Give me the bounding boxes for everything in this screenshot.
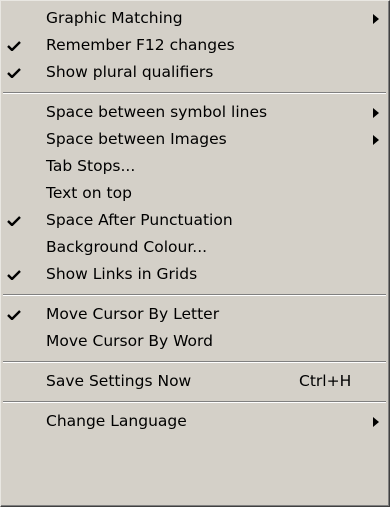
context-menu: Graphic Matching Remember F12 changes Show… (0, 0, 390, 507)
menu-item-move-cursor-by-letter[interactable]: Move Cursor By Letter (1, 301, 389, 328)
menu-item-label: Change Language (46, 412, 187, 430)
menu-item-tab-stops[interactable]: Tab Stops... (1, 153, 389, 180)
menu-item-text-on-top[interactable]: Text on top (1, 180, 389, 207)
checkmark-icon (7, 301, 21, 328)
menu-item-shortcut: Ctrl+H (299, 372, 352, 390)
menu-separator (1, 355, 389, 368)
menu-item-save-settings-now[interactable]: Save Settings Now Ctrl+H (1, 368, 389, 395)
menu-item-show-plural-qualifiers[interactable]: Show plural qualifiers (1, 59, 389, 86)
menu-item-move-cursor-by-word[interactable]: Move Cursor By Word (1, 328, 389, 355)
menu-item-label: Space After Punctuation (46, 211, 233, 229)
menu-item-label: Tab Stops... (46, 157, 136, 175)
submenu-arrow-icon (373, 5, 379, 32)
submenu-arrow-icon (373, 408, 379, 435)
checkmark-icon (7, 32, 21, 59)
menu-item-label: Text on top (46, 184, 132, 202)
menu-item-label: Move Cursor By Word (46, 332, 213, 350)
menu-item-show-links-in-grids[interactable]: Show Links in Grids (1, 261, 389, 288)
menu-item-space-between-images[interactable]: Space between Images (1, 126, 389, 153)
menu-item-label: Save Settings Now (46, 372, 192, 390)
menu-item-graphic-matching[interactable]: Graphic Matching (1, 5, 389, 32)
menu-item-label: Show Links in Grids (46, 265, 198, 283)
menu-item-label: Show plural qualifiers (46, 63, 214, 81)
menu-item-change-language[interactable]: Change Language (1, 408, 389, 435)
checkmark-icon (7, 207, 21, 234)
menu-item-background-colour[interactable]: Background Colour... (1, 234, 389, 261)
menu-item-label: Remember F12 changes (46, 36, 235, 54)
menu-item-label: Space between Images (46, 130, 227, 148)
menu-separator (1, 395, 389, 408)
menu-item-remember-f12-changes[interactable]: Remember F12 changes (1, 32, 389, 59)
menu-item-label: Background Colour... (46, 238, 208, 256)
menu-item-space-between-symbol-lines[interactable]: Space between symbol lines (1, 99, 389, 126)
menu-item-label: Move Cursor By Letter (46, 305, 220, 323)
submenu-arrow-icon (373, 126, 379, 153)
menu-item-label: Graphic Matching (46, 9, 183, 27)
submenu-arrow-icon (373, 99, 379, 126)
menu-item-space-after-punctuation[interactable]: Space After Punctuation (1, 207, 389, 234)
menu-item-list: Graphic Matching Remember F12 changes Show… (1, 5, 389, 435)
menu-separator (1, 86, 389, 99)
menu-separator (1, 288, 389, 301)
checkmark-icon (7, 261, 21, 288)
menu-item-label: Space between symbol lines (46, 103, 268, 121)
checkmark-icon (7, 59, 21, 86)
